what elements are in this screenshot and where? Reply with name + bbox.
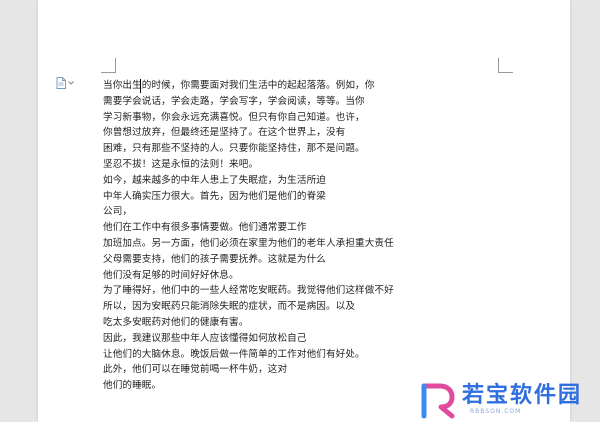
text-line: 你曾想过放弃，但最终还是坚持了。在这个世界上，没有 xyxy=(103,127,346,139)
document-body[interactable]: 当你出生的时候，你需要面对我们生活中的起起落落。例如，你 需要学会说话，学会走路，… xyxy=(103,78,423,394)
text-line: 中年人确实压力很大。首先，因为他们是他们的脊梁 xyxy=(103,190,326,202)
text-line: 此外，他们可以在睡觉前喝一杯牛奶，这对 xyxy=(103,364,288,376)
document-icon xyxy=(56,77,66,89)
text-line: 加班加点。另一方面，他们必须在家里为他们的老年人承担重大责任 xyxy=(103,237,394,249)
text-line: 所以，因为安眠药只能消除失眠的症状，而不是病因。以及 xyxy=(103,301,356,313)
text-line: 他们没有足够的时间好好休息。 xyxy=(103,269,239,281)
text-line: 学习新事物，你会永远充满喜悦。但只有你自己知道。也许， xyxy=(103,111,365,123)
text-line: 他们在工作中有很多事情要做。他们通常要工作 xyxy=(103,222,307,234)
text-line: 让他们的大脑休息。晚饭后做一件简单的工作对他们有好处。 xyxy=(103,348,365,360)
document-page[interactable]: 当你出生的时候，你需要面对我们生活中的起起落落。例如，你 需要学会说话，学会走路，… xyxy=(38,0,570,422)
text-line: 吃太多安眠药对他们的健康有害。 xyxy=(103,316,249,328)
chevron-down-icon xyxy=(68,81,74,85)
paragraph-options[interactable] xyxy=(56,76,80,90)
text-line: 困难，只有那些不坚持的人。只要你能坚持住，那不是问题。 xyxy=(103,143,365,155)
text-line: 为了睡得好，他们中的一些人经常吃安眠药。我觉得他们这样做不好 xyxy=(103,285,394,297)
watermark: 若宝软件园 RBBSON.COM xyxy=(416,378,600,422)
text-line: 公司， xyxy=(103,206,133,218)
watermark-title: 若宝软件园 xyxy=(462,383,583,408)
text-line: 因此，我建议那些中年人应该懂得如何放松自己 xyxy=(103,332,307,344)
text-line: 父母需要支持，他们的孩子需要抚养。这就是为什么 xyxy=(103,253,326,265)
text-line: 如今，越来越多的中年人患上了失眠症，为生活所迫 xyxy=(103,174,326,186)
watermark-logo-icon xyxy=(421,383,455,419)
text-line: 需要学会说话，学会走路，学会写字，学会阅读，等等。当你 xyxy=(103,95,365,107)
text-line: 他们的睡眠。 xyxy=(103,380,162,392)
watermark-url: RBBSON.COM xyxy=(470,408,522,415)
crop-mark-top-left xyxy=(101,58,116,73)
crop-mark-top-right xyxy=(498,58,513,73)
text-line: 当你出生的时候，你需要面对我们生活中的起起落落。例如，你 xyxy=(103,80,375,91)
text-line: 坚忍不拔！这是永恒的法则！来吧。 xyxy=(103,158,259,170)
